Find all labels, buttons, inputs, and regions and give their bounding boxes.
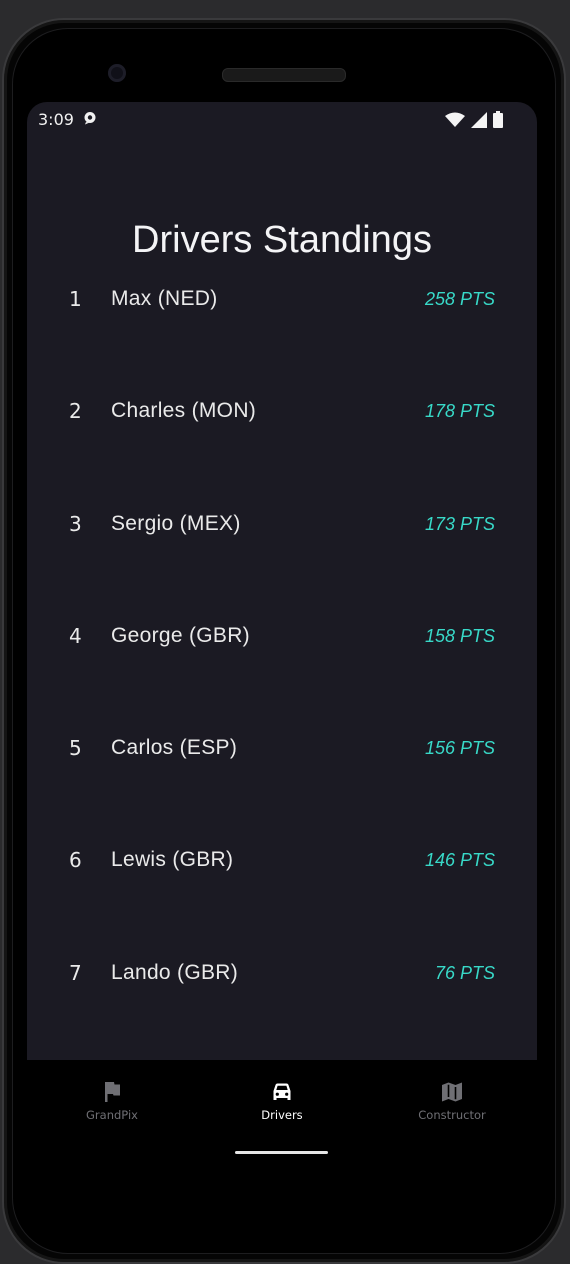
nav-tab-constructor[interactable]: Constructor (392, 1080, 512, 1122)
nav-tab-grandpix[interactable]: GrandPix (52, 1080, 172, 1122)
driver-position: 4 (69, 623, 82, 648)
driver-points: 173 PTS (424, 513, 495, 534)
front-camera-icon (108, 64, 126, 82)
status-bar: 3:09 (27, 102, 537, 138)
battery-icon (493, 111, 503, 128)
driver-row[interactable]: 5 Carlos (ESP) 156 PTS (27, 736, 537, 848)
driver-points: 76 PTS (434, 962, 495, 983)
home-indicator[interactable] (235, 1151, 328, 1154)
nav-label: Constructor (418, 1108, 486, 1122)
driver-points: 146 PTS (424, 850, 495, 871)
driver-row[interactable]: 1 Max (NED) 258 PTS (27, 287, 537, 399)
app-screen: 3:09 Drivers Standings 1 Max (NED) 258 P… (27, 102, 537, 1060)
driver-row[interactable]: 7 Lando (GBR) 76 PTS (27, 961, 537, 1060)
driver-row[interactable]: 4 George (GBR) 158 PTS (27, 624, 537, 736)
driver-name: Charles (MON) (111, 399, 257, 423)
status-icons (445, 111, 503, 128)
page-title: Drivers Standings (132, 219, 432, 262)
earpiece-speaker (222, 68, 346, 82)
driver-name: Sergio (MEX) (111, 511, 241, 535)
drivers-list: 1 Max (NED) 258 PTS 2 Charles (MON) 178 … (27, 287, 537, 1060)
driver-position: 1 (69, 287, 82, 311)
bottom-navigation: GrandPix Drivers Constructor (27, 1070, 537, 1144)
driver-row[interactable]: 2 Charles (MON) 178 PTS (27, 399, 537, 511)
status-time: 3:09 (38, 110, 74, 129)
driver-position: 5 (69, 736, 82, 761)
nav-label: GrandPix (86, 1108, 138, 1122)
nav-tab-drivers[interactable]: Drivers (222, 1080, 342, 1122)
wifi-icon (445, 112, 465, 127)
driver-position: 6 (69, 848, 82, 873)
driver-points: 156 PTS (424, 738, 495, 759)
driver-name: Lewis (GBR) (111, 848, 234, 872)
driver-name: Max (NED) (111, 287, 218, 310)
driver-row[interactable]: 6 Lewis (GBR) 146 PTS (27, 848, 537, 960)
driver-position: 2 (69, 399, 82, 424)
car-icon (273, 1083, 291, 1100)
driver-position: 7 (69, 960, 82, 985)
driver-points: 258 PTS (424, 289, 495, 309)
driver-name: Carlos (ESP) (111, 736, 238, 760)
driver-points: 158 PTS (424, 625, 495, 646)
map-icon (442, 1082, 462, 1102)
driver-row[interactable]: 3 Sergio (MEX) 173 PTS (27, 512, 537, 624)
driver-name: Lando (GBR) (111, 960, 239, 984)
driver-points: 178 PTS (424, 401, 495, 422)
nav-label: Drivers (261, 1108, 303, 1122)
flag-icon (105, 1082, 120, 1102)
chat-bubble-icon (84, 112, 96, 125)
driver-position: 3 (69, 511, 82, 536)
driver-name: George (GBR) (111, 623, 250, 647)
signal-icon (471, 111, 487, 128)
